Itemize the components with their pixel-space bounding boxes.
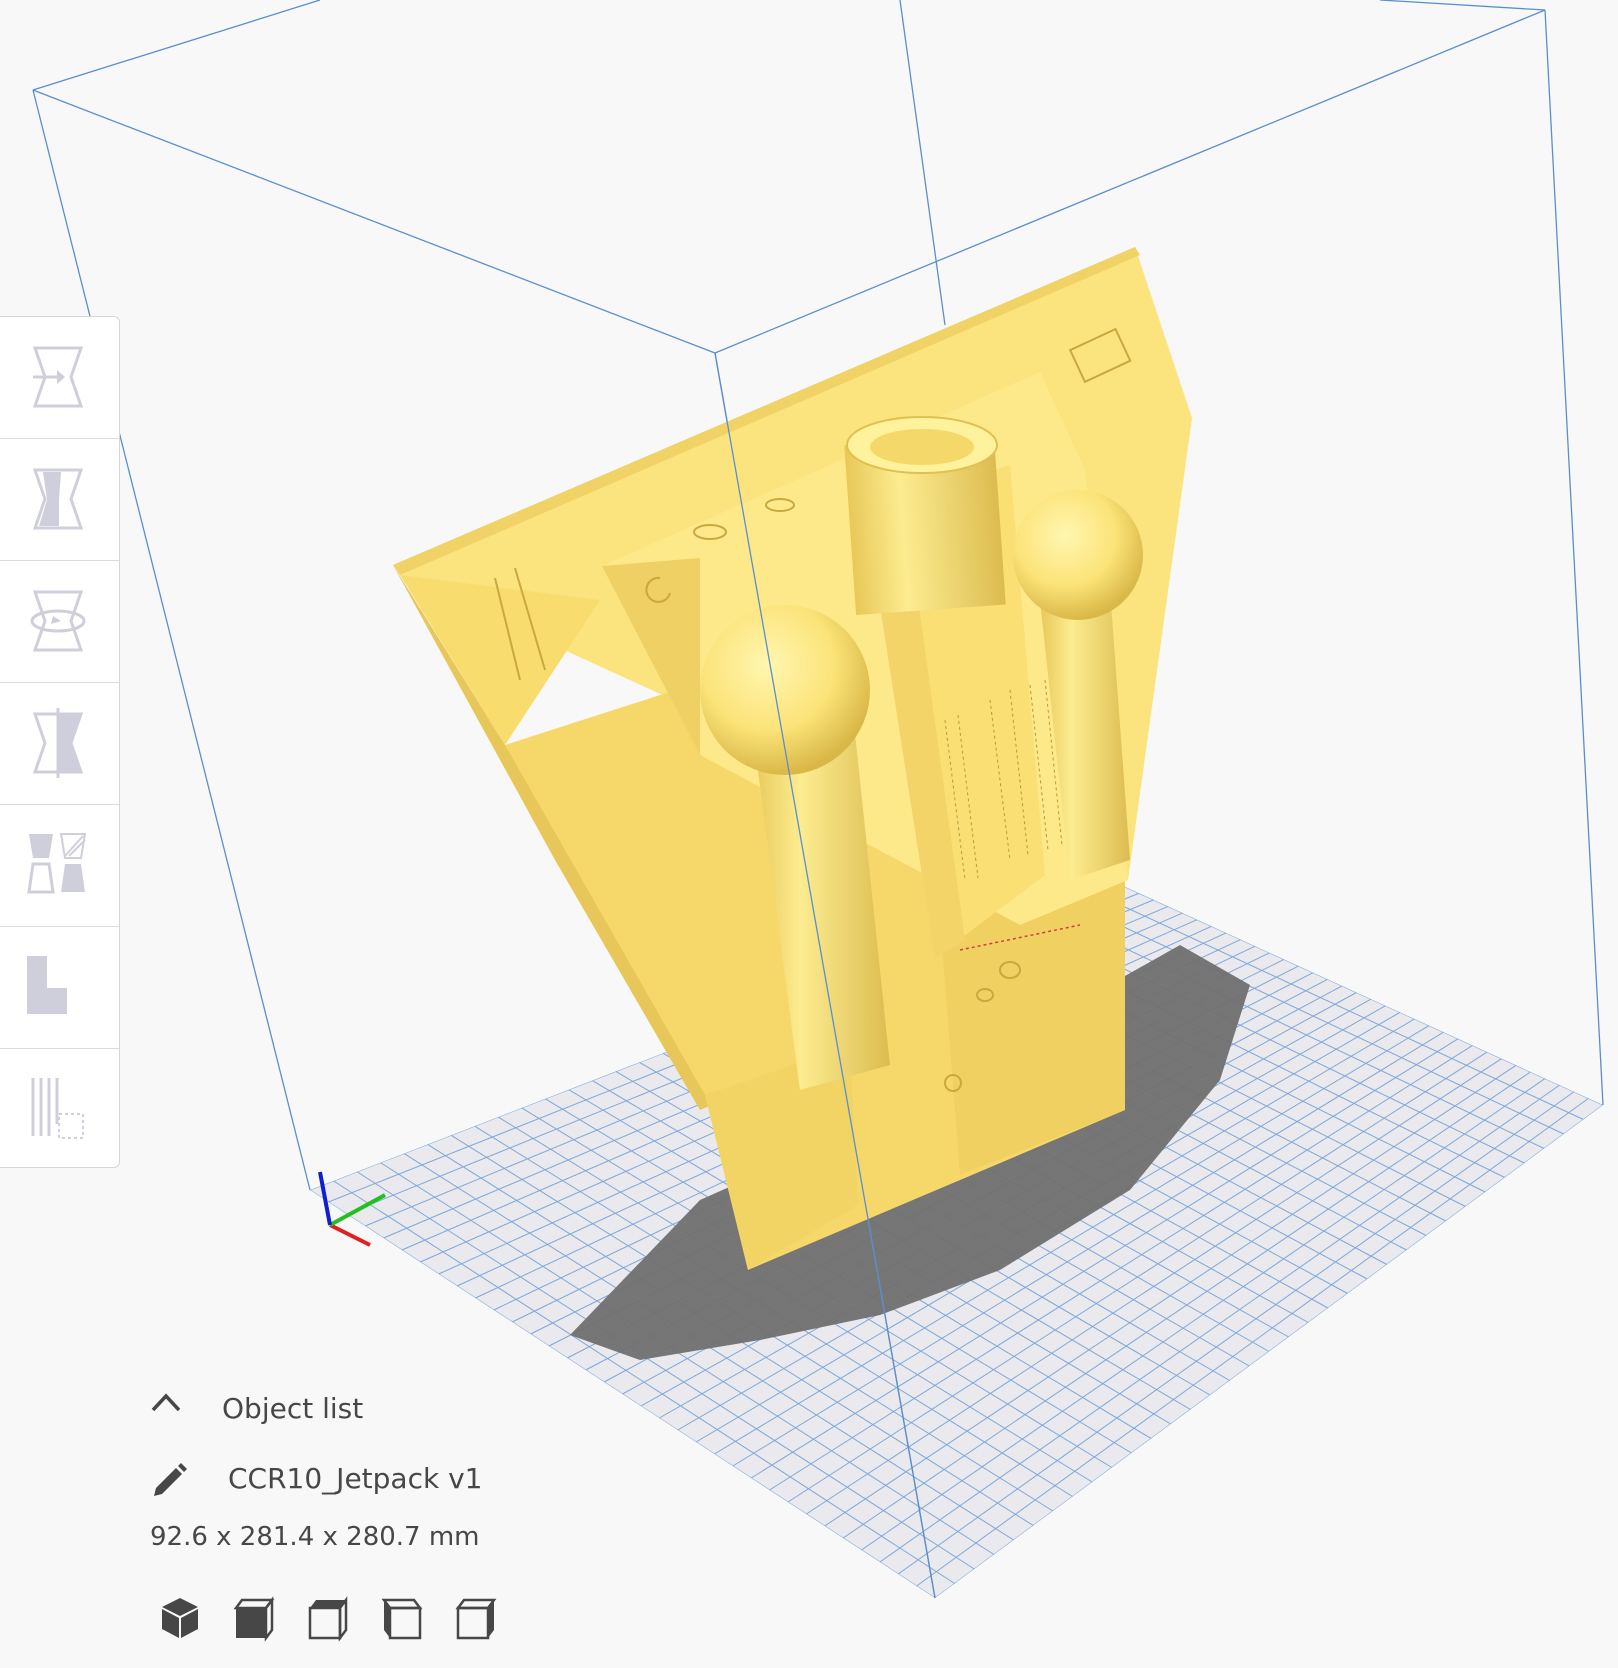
object-list-label: Object list (222, 1392, 364, 1425)
view-right-icon (455, 1598, 497, 1640)
scale-tool-button[interactable] (0, 439, 119, 561)
left-toolbar (0, 316, 120, 1168)
chevron-up-icon (151, 1393, 181, 1412)
mirror-icon (32, 708, 84, 778)
view-right-button[interactable] (450, 1592, 502, 1644)
support-blocker-tool-button[interactable] (0, 927, 119, 1049)
view-top-icon (308, 1596, 348, 1642)
mirror-tool-button[interactable] (0, 683, 119, 805)
view-3d-icon (162, 1598, 198, 1638)
view-front-icon (233, 1596, 275, 1642)
custom-supports-icon (31, 1078, 84, 1139)
object-list-panel: Object list CCR10_Jetpack v1 92.6 x 281.… (140, 1378, 580, 1658)
per-model-settings-icon (27, 833, 87, 894)
move-tool-button[interactable] (0, 317, 119, 439)
object-dimensions: 92.6 x 281.4 x 280.7 mm (150, 1522, 480, 1552)
object-name: CCR10_Jetpack v1 (228, 1462, 483, 1495)
view-3d-button[interactable] (154, 1592, 206, 1644)
per-model-settings-tool-button[interactable] (0, 805, 119, 927)
view-front-button[interactable] (228, 1592, 280, 1644)
view-left-icon (381, 1598, 423, 1640)
scale-icon (32, 468, 84, 530)
move-icon (32, 346, 84, 408)
rotate-tool-button[interactable] (0, 561, 119, 683)
support-blocker-icon (27, 956, 67, 1014)
view-left-button[interactable] (376, 1592, 428, 1644)
rotate-icon (30, 590, 86, 652)
3d-viewport[interactable]: Object list CCR10_Jetpack v1 92.6 x 281.… (0, 0, 1618, 1668)
pencil-icon[interactable] (150, 1458, 190, 1498)
custom-supports-tool-button[interactable] (0, 1049, 119, 1171)
camera-view-buttons (154, 1592, 574, 1644)
view-top-button[interactable] (302, 1592, 354, 1644)
